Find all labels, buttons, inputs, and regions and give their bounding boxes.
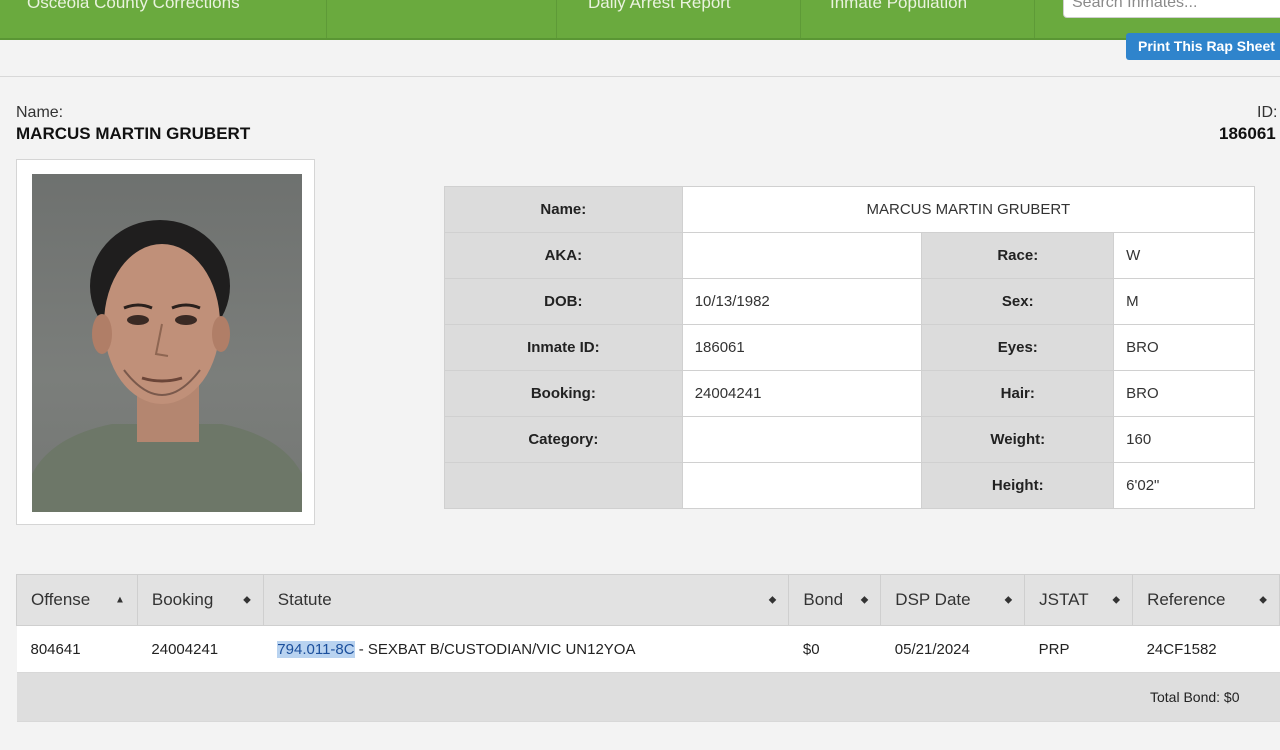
column-header-statute[interactable]: Statute ◆ — [262, 574, 790, 626]
statute-code: 794.011-8C — [277, 640, 355, 658]
info-value-dob: 10/13/1982 — [681, 278, 923, 325]
statute-description: - SEXBAT B/CUSTODIAN/VIC UN12YOA — [354, 640, 636, 658]
info-value-hair: BRO — [1113, 370, 1255, 417]
cell-statute: 794.011-8C - SEXBAT B/CUSTODIAN/VIC UN12… — [263, 625, 789, 673]
info-label-race: Race: — [921, 232, 1115, 279]
nav-divider — [556, 0, 557, 38]
info-label-sex: Sex: — [921, 278, 1115, 325]
nav-divider — [326, 0, 327, 38]
sort-icon: ◆ — [1112, 594, 1121, 606]
id-label: ID: — [1257, 104, 1278, 121]
sort-icon: ◆ — [860, 594, 869, 606]
name-label: Name: — [16, 104, 64, 121]
top-navbar: Osceola County Corrections Daily Arrest … — [0, 0, 1280, 40]
info-value-booking: 24004241 — [681, 370, 923, 417]
info-value-aka — [681, 232, 923, 279]
brand-link[interactable]: Osceola County Corrections — [27, 0, 240, 15]
cell-dsp-date: 05/21/2024 — [880, 625, 1025, 673]
cell-booking: 24004241 — [137, 625, 264, 673]
print-rap-sheet-button[interactable]: Print This Rap Sheet — [1126, 33, 1280, 60]
column-header-jstat[interactable]: JSTAT ◆ — [1024, 574, 1134, 626]
nav-divider — [800, 0, 801, 38]
sort-icon: ◆ — [1259, 594, 1267, 606]
mugshot-image — [32, 220, 302, 512]
total-bond: Total Bond: $0 — [16, 672, 1280, 722]
nav-inmate-population[interactable]: Inmate Population — [830, 0, 967, 15]
info-value-weight: 160 — [1113, 416, 1255, 463]
cell-reference: 24CF1582 — [1132, 625, 1280, 673]
mugshot-photo — [32, 174, 302, 512]
info-label-dob: DOB: — [444, 278, 683, 325]
sort-icon: ◆ — [1004, 594, 1013, 606]
info-value-name: MARCUS MARTIN GRUBERT — [681, 186, 1256, 233]
info-value-empty — [681, 462, 923, 509]
info-label-name: Name: — [444, 186, 683, 233]
info-value-eyes: BRO — [1113, 324, 1255, 371]
table-row: 804641 24004241 794.011-8C - SEXBAT B/CU… — [16, 625, 1280, 673]
info-value-race: W — [1113, 232, 1255, 279]
info-label-empty — [444, 462, 683, 509]
cell-jstat: PRP — [1024, 625, 1133, 673]
info-value-category — [681, 416, 923, 463]
search-input[interactable] — [1063, 0, 1280, 18]
table-footer: Total Bond: $0 — [16, 672, 1280, 722]
sort-icon: ◆ — [768, 594, 777, 606]
column-label: Offense — [31, 590, 91, 609]
sort-icon: ◆ — [243, 594, 251, 606]
info-value-sex: M — [1113, 278, 1255, 325]
info-label-height: Height: — [921, 462, 1115, 509]
column-label: DSP Date — [895, 590, 971, 609]
cell-offense: 804641 — [16, 625, 138, 673]
sort-ascending-icon: ▲ — [114, 594, 125, 606]
nav-divider — [1034, 0, 1035, 38]
column-header-booking[interactable]: Booking ◆ — [136, 574, 264, 626]
offenses-table: Offense ▲ Booking ◆ Statute ◆ Bond ◆ DSP Dat… — [16, 574, 1280, 722]
column-header-offense[interactable]: Offense ▲ — [16, 574, 138, 626]
info-value-height: 6'02" — [1113, 462, 1255, 509]
column-label: JSTAT — [1039, 590, 1089, 609]
column-label: Statute — [277, 590, 332, 609]
inmate-id: 186061 — [1219, 124, 1276, 143]
cell-bond: $0 — [788, 625, 881, 673]
nav-daily-arrest-report[interactable]: Daily Arrest Report — [588, 0, 731, 15]
inmate-info-table: Name: MARCUS MARTIN GRUBERT AKA: Race: W… — [444, 186, 1256, 509]
column-header-dsp-date[interactable]: DSP Date ◆ — [880, 574, 1026, 626]
info-label-booking: Booking: — [444, 370, 683, 417]
column-label: Booking — [151, 590, 214, 609]
column-header-bond[interactable]: Bond ◆ — [788, 574, 882, 626]
info-label-eyes: Eyes: — [921, 324, 1115, 371]
inmate-name: MARCUS MARTIN GRUBERT — [16, 124, 251, 143]
divider — [0, 76, 1280, 77]
info-value-inmate-id: 186061 — [681, 324, 923, 371]
info-label-weight: Weight: — [921, 416, 1115, 463]
info-label-inmate-id: Inmate ID: — [444, 324, 683, 371]
info-label-category: Category: — [444, 416, 683, 463]
info-label-aka: AKA: — [444, 232, 683, 279]
info-label-hair: Hair: — [921, 370, 1115, 417]
column-header-reference[interactable]: Reference ◆ — [1132, 574, 1280, 626]
column-label: Bond — [803, 590, 844, 609]
mugshot-frame — [16, 159, 315, 525]
column-label: Reference — [1147, 590, 1226, 609]
